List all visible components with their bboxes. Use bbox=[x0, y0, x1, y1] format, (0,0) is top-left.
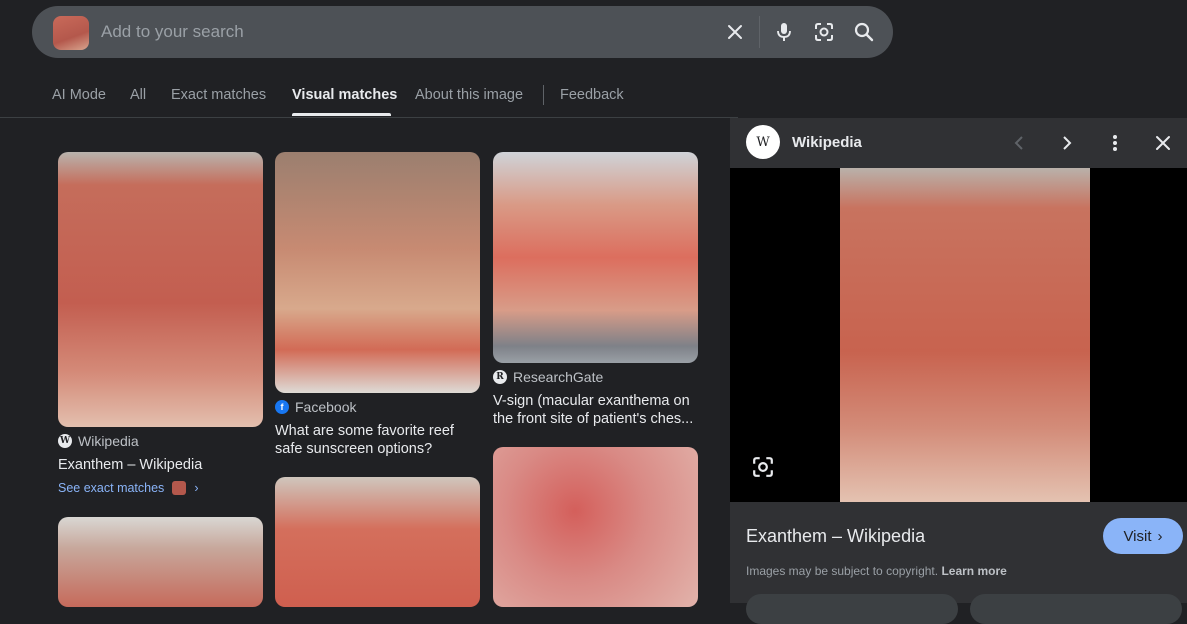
more-icon[interactable] bbox=[1102, 130, 1128, 156]
result-source-facebook[interactable]: f Facebook bbox=[275, 399, 356, 415]
result-image-facebook[interactable] bbox=[275, 152, 480, 393]
preview-panel-header: W Wikipedia bbox=[730, 118, 1187, 168]
clear-icon[interactable] bbox=[721, 18, 749, 46]
tab-feedback[interactable]: Feedback bbox=[560, 87, 624, 103]
search-divider bbox=[759, 16, 760, 48]
search-input[interactable]: Add to your search bbox=[101, 22, 244, 42]
tab-about-this-image[interactable]: About this image bbox=[415, 87, 523, 103]
tab-bar: AI Mode All Exact matches Visual matches… bbox=[0, 78, 738, 118]
lens-icon[interactable] bbox=[752, 456, 776, 480]
result-image-5[interactable] bbox=[275, 477, 480, 607]
facebook-icon: f bbox=[275, 400, 289, 414]
result-title-wikipedia[interactable]: Exanthem – Wikipedia bbox=[58, 456, 202, 474]
close-icon[interactable] bbox=[1150, 130, 1176, 156]
wikipedia-logo: W bbox=[746, 125, 780, 159]
chevron-right-icon: › bbox=[194, 481, 199, 495]
wikipedia-icon: W bbox=[58, 434, 72, 448]
tab-all[interactable]: All bbox=[130, 87, 146, 103]
researchgate-icon: R bbox=[493, 370, 507, 384]
panel-action-button-2[interactable] bbox=[970, 594, 1182, 624]
microphone-icon[interactable] bbox=[770, 18, 798, 46]
preview-image-container bbox=[730, 168, 1187, 502]
result-title-facebook[interactable]: What are some favorite reef safe sunscre… bbox=[275, 422, 454, 458]
prev-icon[interactable] bbox=[1006, 130, 1032, 156]
result-image-6[interactable] bbox=[493, 447, 698, 607]
panel-action-button-1[interactable] bbox=[746, 594, 958, 624]
exact-match-thumbnail bbox=[172, 481, 187, 495]
lens-icon[interactable] bbox=[810, 18, 838, 46]
visit-button[interactable]: Visit › bbox=[1103, 518, 1183, 554]
preview-image[interactable] bbox=[840, 168, 1090, 502]
tab-divider bbox=[543, 85, 544, 105]
result-title-researchgate[interactable]: V-sign (macular exanthema on the front s… bbox=[493, 392, 693, 428]
preview-title[interactable]: Exanthem – Wikipedia bbox=[746, 526, 925, 547]
tab-visual-matches[interactable]: Visual matches bbox=[292, 87, 397, 103]
result-image-4[interactable] bbox=[58, 517, 263, 607]
preview-panel: W Wikipedia Exanthem – Wikipedia Visit ›… bbox=[730, 118, 1187, 624]
next-icon[interactable] bbox=[1054, 130, 1080, 156]
tab-exact-matches[interactable]: Exact matches bbox=[171, 87, 266, 103]
chevron-right-icon: › bbox=[1157, 527, 1163, 545]
see-exact-matches-link[interactable]: See exact matches › bbox=[58, 481, 198, 495]
result-source-wikipedia[interactable]: W Wikipedia bbox=[58, 433, 139, 449]
tab-ai-mode[interactable]: AI Mode bbox=[52, 87, 106, 103]
result-image-researchgate[interactable] bbox=[493, 152, 698, 363]
search-icon[interactable] bbox=[850, 18, 878, 46]
result-image-wikipedia[interactable] bbox=[58, 152, 263, 427]
copyright-notice: Images may be subject to copyright. Lear… bbox=[746, 564, 1007, 578]
preview-site-name[interactable]: Wikipedia bbox=[792, 134, 862, 151]
search-bar[interactable]: Add to your search bbox=[32, 6, 893, 58]
active-tab-indicator bbox=[292, 113, 391, 116]
result-source-researchgate[interactable]: R ResearchGate bbox=[493, 369, 603, 385]
learn-more-link[interactable]: Learn more bbox=[941, 564, 1006, 578]
search-image-thumbnail[interactable] bbox=[53, 16, 89, 50]
